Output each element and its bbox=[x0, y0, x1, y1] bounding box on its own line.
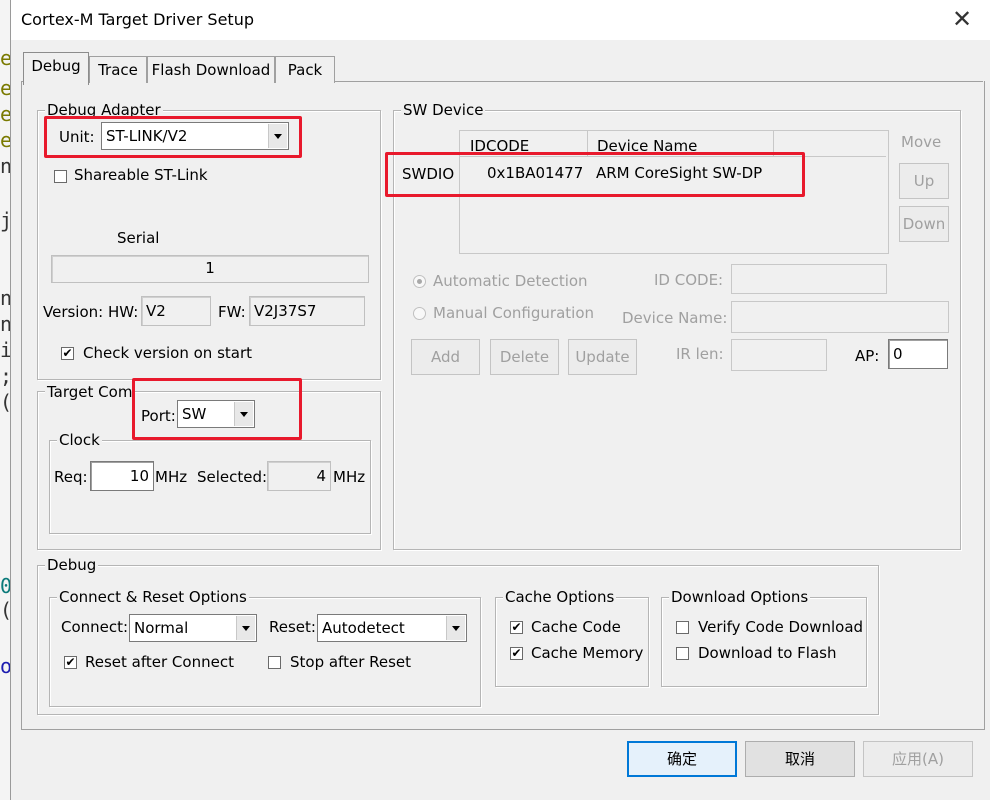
selected-label: Selected: bbox=[197, 468, 268, 486]
manual-configuration-radio[interactable] bbox=[413, 307, 426, 320]
ap-input[interactable]: 0 bbox=[888, 339, 948, 369]
serial-label: Serial bbox=[117, 229, 160, 247]
title-bar: Cortex-M Target Driver Setup ✕ bbox=[11, 0, 990, 40]
column-divider bbox=[773, 131, 774, 156]
update-button[interactable]: Update bbox=[568, 339, 637, 375]
unit-label: Unit: bbox=[59, 128, 95, 146]
tab-debug[interactable]: Debug bbox=[23, 52, 89, 85]
device-name-input[interactable] bbox=[731, 301, 949, 333]
cache-memory-label: Cache Memory bbox=[531, 644, 644, 662]
add-button[interactable]: Add bbox=[411, 339, 480, 375]
move-down-button[interactable]: Down bbox=[899, 206, 949, 242]
download-to-flash-label: Download to Flash bbox=[698, 644, 837, 662]
reset-label: Reset: bbox=[269, 618, 316, 636]
cache-code-label: Cache Code bbox=[531, 618, 621, 636]
connect-dropdown[interactable]: Normal bbox=[129, 614, 257, 642]
clock-title: Clock bbox=[57, 431, 102, 449]
stop-after-reset-checkbox[interactable] bbox=[268, 656, 281, 669]
download-options-title: Download Options bbox=[669, 588, 811, 606]
check-version-checkbox[interactable]: ✔ bbox=[61, 347, 74, 360]
id-code-input[interactable] bbox=[731, 264, 887, 294]
cache-options-title: Cache Options bbox=[503, 588, 617, 606]
check-version-label: Check version on start bbox=[83, 344, 253, 362]
apply-button[interactable]: 应用(A) bbox=[863, 741, 973, 777]
req-label: Req: bbox=[54, 468, 88, 486]
device-name-label: Device Name: bbox=[622, 309, 728, 327]
move-up-button[interactable]: Up bbox=[899, 163, 949, 199]
mhz-label: MHz bbox=[155, 468, 188, 486]
clock-req-input[interactable]: 10 bbox=[90, 461, 154, 491]
sw-device-title: SW Device bbox=[401, 101, 486, 119]
shareable-checkbox[interactable] bbox=[54, 170, 67, 183]
col-idcode-header: IDCODE bbox=[470, 137, 530, 155]
fw-version-field: V2J37S7 bbox=[249, 296, 365, 326]
verify-code-download-label: Verify Code Download bbox=[698, 618, 864, 636]
ir-len-label: IR len: bbox=[676, 345, 724, 363]
chevron-down-icon bbox=[446, 616, 465, 640]
delete-button[interactable]: Delete bbox=[490, 339, 559, 375]
port-dropdown[interactable]: SW bbox=[177, 400, 255, 428]
download-to-flash-checkbox[interactable] bbox=[676, 647, 689, 660]
mhz-label: MHz bbox=[333, 468, 366, 486]
swdio-row-label: SWDIO bbox=[402, 165, 455, 183]
debug-adapter-title: Debug Adapter bbox=[45, 101, 163, 119]
id-code-label: ID CODE: bbox=[654, 271, 724, 289]
tab-pack[interactable]: Pack bbox=[275, 56, 335, 83]
automatic-detection-radio[interactable] bbox=[413, 275, 426, 288]
hw-version-field: V2 bbox=[141, 296, 211, 326]
cancel-button[interactable]: 取消 bbox=[745, 741, 855, 777]
fw-label: FW: bbox=[218, 303, 246, 321]
serial-field: 1 bbox=[51, 255, 369, 283]
cache-memory-checkbox[interactable]: ✔ bbox=[510, 647, 523, 660]
row-device-name-cell[interactable]: ARM CoreSight SW-DP bbox=[596, 164, 762, 182]
chevron-down-icon bbox=[234, 402, 253, 426]
row-idcode-cell[interactable]: 0x1BA01477 bbox=[487, 164, 583, 182]
unit-value: ST-LINK/V2 bbox=[106, 127, 188, 145]
debug-adapter-group bbox=[37, 110, 381, 380]
automatic-detection-label: Automatic Detection bbox=[433, 272, 588, 290]
ir-len-input[interactable] bbox=[731, 339, 827, 371]
clock-selected-field: 4 bbox=[267, 461, 331, 491]
download-options-group bbox=[661, 597, 867, 687]
verify-code-download-checkbox[interactable] bbox=[676, 621, 689, 634]
shareable-label: Shareable ST-Link bbox=[74, 166, 208, 184]
connect-reset-title: Connect & Reset Options bbox=[57, 588, 249, 606]
close-icon[interactable]: ✕ bbox=[947, 4, 977, 36]
stop-after-reset-label: Stop after Reset bbox=[290, 653, 412, 671]
tab-trace[interactable]: Trace bbox=[89, 56, 147, 83]
connect-value: Normal bbox=[134, 619, 189, 637]
port-label: Port: bbox=[141, 407, 176, 425]
chevron-down-icon bbox=[236, 616, 255, 640]
port-value: SW bbox=[182, 405, 207, 423]
ok-button[interactable]: 确定 bbox=[627, 741, 737, 777]
cache-code-checkbox[interactable]: ✔ bbox=[510, 621, 523, 634]
reset-after-connect-checkbox[interactable]: ✔ bbox=[64, 656, 77, 669]
column-divider bbox=[587, 131, 588, 156]
cache-options-group bbox=[495, 597, 649, 687]
window-title: Cortex-M Target Driver Setup bbox=[21, 10, 254, 29]
reset-value: Autodetect bbox=[322, 619, 405, 637]
target-com-title: Target Com bbox=[45, 383, 135, 401]
debug-options-title: Debug bbox=[45, 556, 99, 574]
version-hw-label: Version: HW: bbox=[43, 303, 139, 321]
connect-label: Connect: bbox=[61, 618, 129, 636]
unit-dropdown[interactable]: ST-LINK/V2 bbox=[101, 122, 289, 150]
target-driver-setup-dialog: Cortex-M Target Driver Setup ✕ Debug Tra… bbox=[10, 0, 990, 800]
chevron-down-icon bbox=[268, 124, 287, 148]
reset-dropdown[interactable]: Autodetect bbox=[317, 614, 467, 642]
tab-flash-download[interactable]: Flash Download bbox=[147, 56, 275, 83]
manual-configuration-label: Manual Configuration bbox=[433, 304, 595, 322]
ap-label: AP: bbox=[855, 347, 880, 365]
col-device-name-header: Device Name bbox=[597, 137, 698, 155]
reset-after-connect-label: Reset after Connect bbox=[85, 653, 234, 671]
move-label: Move bbox=[901, 133, 942, 151]
